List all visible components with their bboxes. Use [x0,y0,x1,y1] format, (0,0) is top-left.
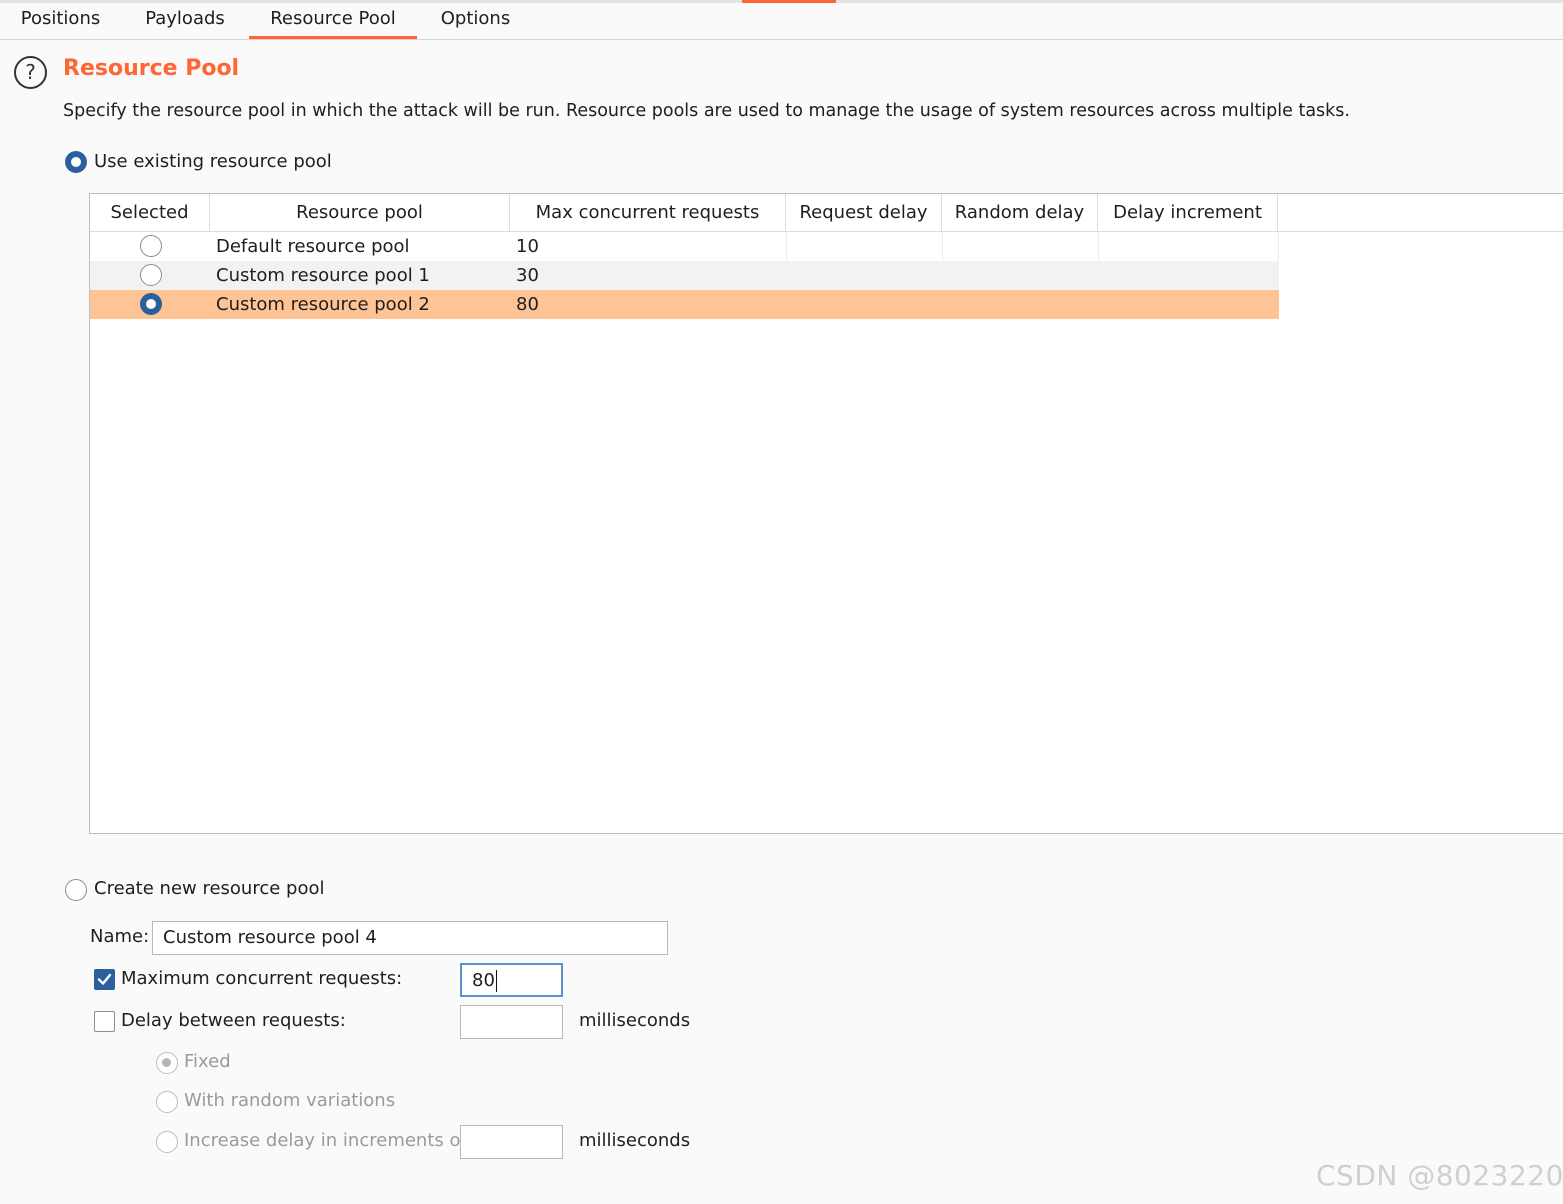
increment-unit-label: milliseconds [579,1130,691,1151]
delay-checkbox[interactable] [94,1011,115,1032]
delay-input[interactable] [460,1005,563,1039]
header-filler [1278,194,1563,232]
section-description: Specify the resource pool in which the a… [63,101,1350,121]
check-icon [97,973,112,985]
delay-label[interactable]: Delay between requests: [121,1008,346,1034]
use-existing-pool-label[interactable]: Use existing resource pool [94,149,332,175]
table-row-selected[interactable]: Custom resource pool 2 80 [90,290,1279,319]
max-concurrent-cell: 80 [516,294,539,315]
increment-delay-input[interactable] [460,1125,563,1159]
pool-name-cell: Custom resource pool 1 [216,265,430,286]
column-header-random-delay[interactable]: Random delay [942,194,1098,232]
increment-delay-radio[interactable] [156,1131,178,1153]
increment-delay-label[interactable]: Increase delay in increments of [184,1128,467,1154]
watermark: CSDN @8023220 [1316,1159,1563,1192]
column-header-delay-increment[interactable]: Delay increment [1098,194,1278,232]
delay-unit-label: milliseconds [579,1010,691,1031]
text-caret [495,970,498,992]
pool-name-input[interactable]: Custom resource pool 4 [152,921,668,955]
help-icon[interactable]: ? [14,56,47,89]
tab-bar: Positions Payloads Resource Pool Options [0,3,1563,40]
column-header-resource-pool[interactable]: Resource pool [210,194,510,232]
max-concurrent-cell: 30 [516,265,539,286]
row-select-radio[interactable] [140,293,162,315]
fixed-delay-radio[interactable] [156,1052,178,1074]
create-new-pool-radio[interactable] [65,879,87,901]
tab-positions[interactable]: Positions [0,3,121,39]
max-concurrent-input[interactable]: 80 [460,963,563,997]
random-variations-radio[interactable] [156,1091,178,1113]
column-header-selected[interactable]: Selected [90,194,210,232]
pool-name-cell: Custom resource pool 2 [216,294,430,315]
section-title: Resource Pool [63,56,240,81]
tab-payloads[interactable]: Payloads [121,3,249,39]
resource-pool-table: Selected Resource pool Max concurrent re… [89,193,1563,834]
max-concurrent-label[interactable]: Maximum concurrent requests: [121,966,402,992]
table-row[interactable]: Custom resource pool 1 30 [90,261,1279,290]
pool-name-cell: Default resource pool [216,236,410,257]
tab-options[interactable]: Options [417,3,534,39]
table-row[interactable]: Default resource pool 10 [90,232,1279,261]
row-select-radio[interactable] [140,235,162,257]
random-variations-label[interactable]: With random variations [184,1088,395,1114]
use-existing-pool-radio[interactable] [65,151,87,173]
row-select-radio[interactable] [140,264,162,286]
fixed-delay-label[interactable]: Fixed [184,1049,231,1075]
column-header-max-concurrent[interactable]: Max concurrent requests [510,194,786,232]
tab-resource-pool[interactable]: Resource Pool [249,3,417,39]
create-new-pool-label[interactable]: Create new resource pool [94,876,324,902]
column-header-request-delay[interactable]: Request delay [786,194,942,232]
name-label: Name: [90,926,150,947]
max-concurrent-checkbox[interactable] [94,969,115,990]
max-concurrent-value: 80 [472,970,495,991]
max-concurrent-cell: 10 [516,236,539,257]
